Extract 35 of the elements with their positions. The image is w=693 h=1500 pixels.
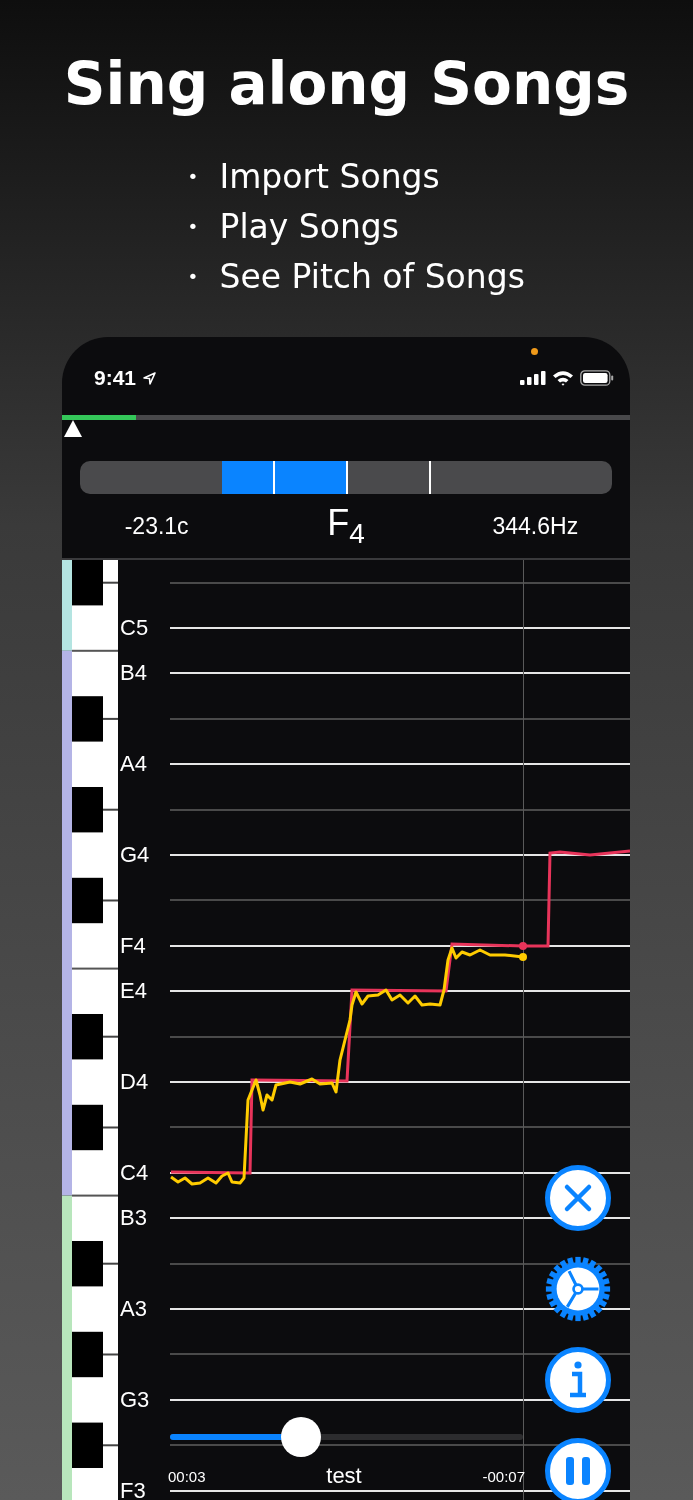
status-time: 9:41 [94, 366, 137, 390]
headline: Sing along Songs [62, 49, 631, 120]
song-title: test [326, 1463, 362, 1489]
note-label: C4 [119, 1159, 150, 1186]
slider-thumb[interactable] [280, 1417, 321, 1457]
pause-button[interactable] [545, 1438, 611, 1500]
playback-slider[interactable] [170, 1417, 523, 1457]
note-label: D4 [119, 1069, 150, 1095]
close-icon [563, 1183, 593, 1213]
wifi-icon [552, 370, 574, 386]
location-arrow-icon [142, 370, 158, 386]
frequency-reading: 344.6Hz [491, 512, 580, 540]
settings-button[interactable] [545, 1256, 611, 1322]
feature-item: ・ Import Songs [176, 156, 441, 198]
pause-icon [565, 1456, 591, 1486]
signal-icon [520, 371, 546, 385]
note-label: G4 [119, 842, 151, 869]
note-label: G3 [119, 1386, 151, 1413]
note-label: A4 [119, 751, 148, 778]
recording-indicator-icon [531, 348, 538, 355]
feature-item: ・ Play Songs [176, 206, 400, 248]
note-label: B4 [119, 660, 148, 687]
note-label: A3 [119, 1295, 148, 1322]
remaining-time: -00:07 [482, 1467, 525, 1485]
cents-reading: -23.1c [123, 512, 190, 540]
note-reading: F$_{4}$ [326, 502, 366, 550]
note-label: C5 [119, 615, 150, 642]
info-icon [567, 1361, 589, 1399]
elapsed-time: 00:03 [168, 1467, 206, 1485]
note-label: E4 [119, 978, 148, 1005]
note-label: B3 [119, 1205, 148, 1232]
battery-icon [580, 370, 614, 386]
feature-item: ・ See Pitch of Songs [176, 256, 526, 298]
note-label: F3 [119, 1477, 147, 1500]
note-label: F4 [119, 932, 147, 959]
